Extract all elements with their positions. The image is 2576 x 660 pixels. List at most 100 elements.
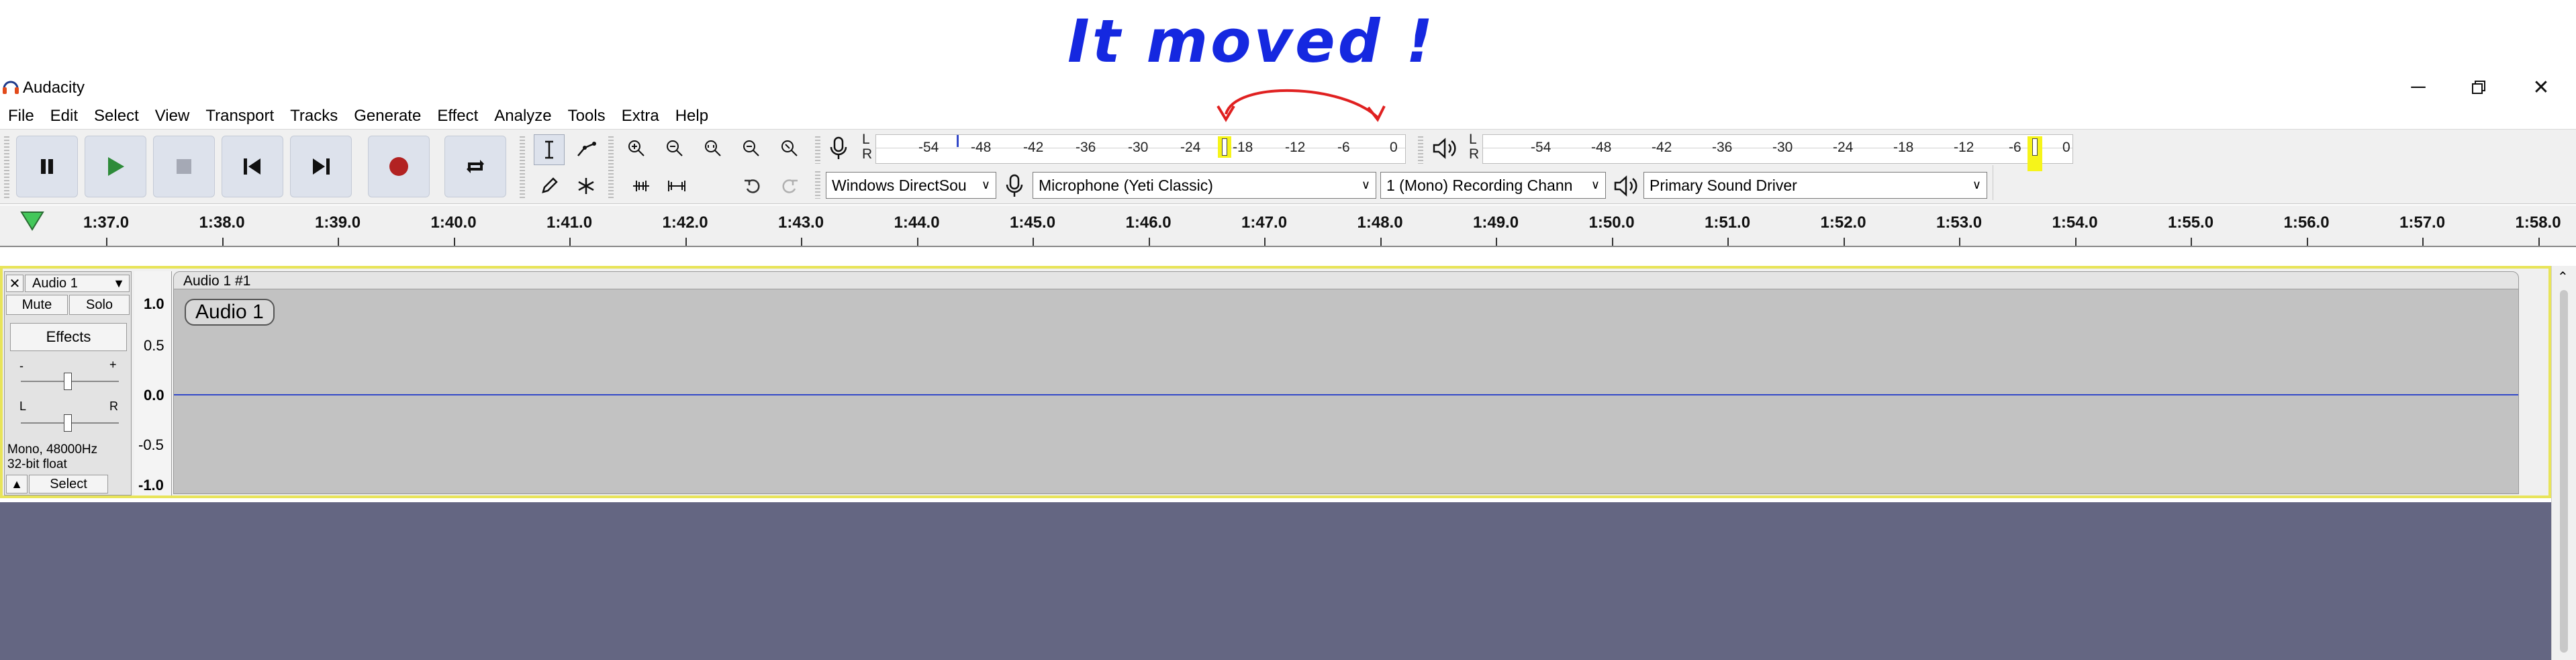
draw-tool-button[interactable] bbox=[534, 171, 565, 201]
empty-track-area[interactable] bbox=[0, 502, 2551, 660]
stop-icon bbox=[177, 159, 191, 174]
timeline-label: 1:37.0 bbox=[83, 214, 130, 232]
menu-help[interactable]: Help bbox=[667, 105, 716, 128]
mute-button[interactable]: Mute bbox=[6, 295, 68, 315]
timeline-label: 1:55.0 bbox=[2168, 214, 2214, 232]
amplitude-tick: 1.0 bbox=[144, 295, 164, 312]
solo-button[interactable]: Solo bbox=[69, 295, 130, 315]
zoom-in-icon bbox=[628, 140, 645, 156]
loop-button[interactable] bbox=[444, 136, 506, 197]
timeline-tick bbox=[2538, 238, 2540, 246]
amplitude-tick: -1.0 bbox=[138, 477, 164, 493]
vertical-scrollbar[interactable]: ⌃ bbox=[2551, 266, 2576, 660]
menu-extra[interactable]: Extra bbox=[614, 105, 667, 128]
clip-header[interactable]: Audio 1 #1 bbox=[173, 271, 2519, 290]
timeline-tick bbox=[1264, 238, 1266, 246]
playback-meter-speaker-icon[interactable] bbox=[1431, 137, 1458, 160]
amplitude-tick: 0.0 bbox=[144, 387, 164, 404]
record-meter-tick: -54 bbox=[918, 140, 939, 155]
zoom-out-button[interactable] bbox=[659, 133, 690, 164]
restore-icon[interactable] bbox=[2448, 73, 2509, 102]
fit-selection-button[interactable] bbox=[698, 133, 728, 164]
playback-meter-tick: -42 bbox=[1652, 140, 1672, 155]
menu-view[interactable]: View bbox=[147, 105, 198, 128]
menu-analyze[interactable]: Analyze bbox=[486, 105, 559, 128]
redo-button[interactable] bbox=[774, 171, 805, 201]
selection-tool-button[interactable] bbox=[534, 134, 565, 165]
collapse-track-icon[interactable]: ▲ bbox=[6, 475, 28, 493]
gain-slider-thumb[interactable] bbox=[64, 373, 72, 390]
record-meter-tick: -12 bbox=[1285, 140, 1306, 155]
toolbar-grip[interactable] bbox=[815, 134, 820, 164]
record-button[interactable] bbox=[368, 136, 430, 197]
toolbar-grip[interactable] bbox=[1418, 134, 1423, 164]
toolbar-grip[interactable] bbox=[520, 134, 525, 199]
play-button[interactable] bbox=[85, 136, 146, 197]
play-head-icon[interactable] bbox=[19, 209, 46, 232]
silence-audio-button[interactable] bbox=[661, 171, 692, 201]
track-control-panel[interactable]: ✕ Audio 1 ▼ Mute Solo Effects - + L R Mo… bbox=[4, 271, 132, 496]
playback-device-select[interactable]: Primary Sound Driver ∨ bbox=[1643, 172, 1987, 199]
effects-button[interactable]: Effects bbox=[10, 323, 127, 351]
clip-label[interactable]: Audio 1 bbox=[185, 299, 275, 326]
minimize-icon[interactable]: ─ bbox=[2388, 73, 2448, 102]
record-meter-slider-thumb[interactable] bbox=[1222, 138, 1227, 156]
amplitude-ruler[interactable]: 1.0 0.5 0.0 -0.5 -1.0 bbox=[134, 271, 172, 496]
menu-select[interactable]: Select bbox=[86, 105, 147, 128]
undo-button[interactable] bbox=[737, 171, 768, 201]
recording-device-select[interactable]: Microphone (Yeti Classic) ∨ bbox=[1033, 172, 1376, 199]
zoom-toggle-icon bbox=[781, 140, 798, 156]
audio-host-select[interactable]: Windows DirectSou ∨ bbox=[826, 172, 996, 199]
zoom-in-button[interactable] bbox=[621, 133, 652, 164]
timeline-label: 1:46.0 bbox=[1125, 214, 1172, 232]
close-icon[interactable]: ✕ bbox=[2511, 73, 2571, 102]
record-meter-mic-icon[interactable] bbox=[827, 136, 850, 161]
menu-bar: File Edit Select View Transport Tracks G… bbox=[0, 105, 716, 128]
menu-tracks[interactable]: Tracks bbox=[282, 105, 346, 128]
toolbar-grip[interactable] bbox=[4, 134, 9, 199]
multi-tool-button[interactable] bbox=[571, 171, 602, 201]
chevron-down-icon: ∨ bbox=[1590, 178, 1600, 191]
stop-button[interactable] bbox=[153, 136, 215, 197]
scroll-up-icon[interactable]: ⌃ bbox=[2557, 269, 2569, 285]
menu-effect[interactable]: Effect bbox=[429, 105, 486, 128]
track-name-menu[interactable]: Audio 1 ▼ bbox=[25, 275, 130, 292]
timeline-tick bbox=[1959, 238, 1960, 246]
record-meter-left-label: L bbox=[862, 132, 870, 147]
fit-project-button[interactable] bbox=[736, 133, 767, 164]
timeline-tick bbox=[106, 238, 107, 246]
toolbar-grip[interactable] bbox=[608, 134, 614, 199]
menu-transport[interactable]: Transport bbox=[197, 105, 282, 128]
toolbar-grip[interactable] bbox=[815, 169, 820, 199]
record-meter-tick: -36 bbox=[1076, 140, 1096, 155]
timeline-label: 1:39.0 bbox=[315, 214, 361, 232]
timeline-tick bbox=[801, 238, 802, 246]
audio-host-value: Windows DirectSou bbox=[832, 176, 967, 194]
recording-channels-select[interactable]: 1 (Mono) Recording Chann ∨ bbox=[1380, 172, 1606, 199]
zoom-toggle-button[interactable] bbox=[774, 133, 805, 164]
waveform-area[interactable]: Audio 1 bbox=[173, 289, 2519, 494]
chevron-down-icon: ∨ bbox=[1361, 178, 1370, 191]
menu-edit[interactable]: Edit bbox=[42, 105, 86, 128]
pause-button[interactable] bbox=[16, 136, 78, 197]
clip-title: Audio 1 #1 bbox=[183, 273, 251, 289]
menu-generate[interactable]: Generate bbox=[346, 105, 429, 128]
menu-tools[interactable]: Tools bbox=[560, 105, 614, 128]
skip-start-button[interactable] bbox=[222, 136, 283, 197]
playback-meter-tick: -30 bbox=[1772, 140, 1793, 155]
timeline-label: 1:42.0 bbox=[662, 214, 708, 232]
timeline-label: 1:49.0 bbox=[1473, 214, 1519, 232]
timeline-tick bbox=[569, 238, 571, 246]
skip-end-button[interactable] bbox=[290, 136, 352, 197]
playback-meter-slider-thumb[interactable] bbox=[2032, 138, 2038, 156]
trim-outside-button[interactable] bbox=[626, 171, 657, 201]
track-close-icon[interactable]: ✕ bbox=[6, 275, 23, 292]
envelope-tool-button[interactable] bbox=[571, 134, 602, 165]
scrollbar-thumb[interactable] bbox=[2560, 290, 2568, 653]
zoom-selection-icon bbox=[705, 140, 721, 156]
timeline-label: 1:40.0 bbox=[430, 214, 477, 232]
pan-slider-thumb[interactable] bbox=[64, 414, 72, 432]
undo-icon bbox=[745, 179, 760, 193]
menu-file[interactable]: File bbox=[0, 105, 42, 128]
select-track-button[interactable]: Select bbox=[29, 475, 108, 493]
